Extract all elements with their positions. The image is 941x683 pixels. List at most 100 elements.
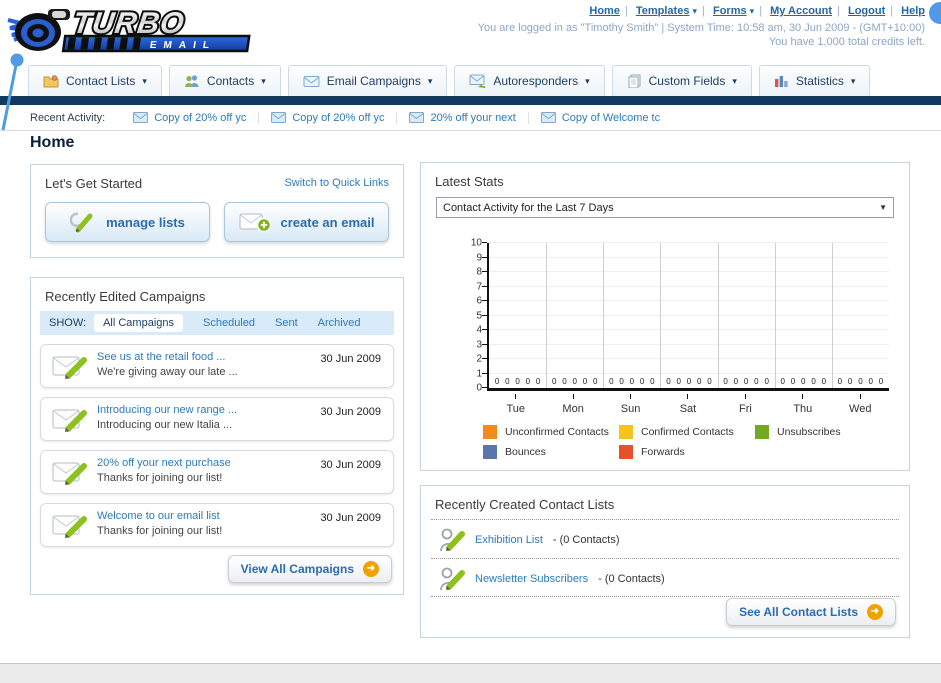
tab-email-campaigns[interactable]: Email Campaigns ▾ (287, 65, 448, 96)
axis-tick (482, 271, 487, 272)
day-label: Sun (620, 403, 641, 415)
value-label: 0 (780, 377, 785, 386)
gridline (489, 242, 889, 243)
value-label: 0 (723, 377, 728, 386)
gridline (717, 243, 719, 388)
manage-lists-button[interactable]: manage lists (45, 202, 210, 242)
filter-sent[interactable]: Sent (275, 317, 298, 329)
campaign-subtitle: Thanks for joining our list! (97, 525, 223, 537)
day-label: Sat (679, 403, 697, 415)
switch-quick-links[interactable]: Switch to Quick Links (284, 177, 389, 189)
gridline (774, 243, 776, 388)
contact-list-link[interactable]: Exhibition List (475, 534, 543, 546)
nav-link-help[interactable]: Help (901, 5, 925, 17)
value-label: 0 (868, 377, 873, 386)
axis-tick (482, 300, 487, 301)
x-axis-label: Wed (832, 394, 889, 417)
value-label: 0 (562, 377, 567, 386)
recent-activity-item[interactable]: Copy of 20% off yc (121, 111, 260, 124)
value-label: 0 (733, 377, 739, 386)
legend-label: Confirmed Contacts (641, 426, 734, 438)
app-window: TURBO EMAIL Home | Templates ▾ | Forms ▾ | … (0, 0, 941, 683)
pin-decoration-icon (1, 53, 24, 131)
envelope-icon (271, 112, 287, 123)
x-axis-label: Tue (487, 394, 544, 417)
value-label-group: 00000 (775, 377, 832, 386)
campaign-row: Introducing our new range ... Introducin… (40, 397, 394, 441)
filter-all-campaigns[interactable]: All Campaigns (94, 314, 183, 332)
y-axis-label: 8 (476, 266, 482, 278)
nav-link-my-account[interactable]: My Account (770, 5, 832, 17)
gridline (489, 358, 889, 359)
dotted-divider (431, 596, 899, 597)
recent-activity-item[interactable]: 20% off your next (397, 111, 529, 124)
campaign-row: See us at the retail food ... We're givi… (40, 344, 394, 388)
nav-link-home[interactable]: Home (589, 5, 620, 17)
recent-activity-item[interactable]: Copy of 20% off yc (259, 111, 398, 124)
contact-list-link[interactable]: Newsletter Subscribers (475, 573, 588, 585)
filter-archived[interactable]: Archived (318, 317, 361, 329)
view-all-campaigns-label: View All Campaigns (240, 562, 354, 576)
tab-contact-lists[interactable]: Contact Lists ▾ (28, 65, 162, 96)
contact-list-row: Newsletter Subscribers - (0 Contacts) (439, 562, 665, 596)
campaign-row: 20% off your next purchase Thanks for jo… (40, 450, 394, 494)
x-axis-label: Sun (602, 394, 659, 417)
tab-statistics[interactable]: Statistics ▾ (758, 65, 871, 96)
value-label-group: 00000 (603, 377, 660, 386)
campaign-subtitle: Introducing our new Italia ... (97, 419, 233, 431)
tab-custom-fields[interactable]: Custom Fields ▾ (611, 65, 752, 96)
value-label: 0 (878, 377, 884, 386)
x-axis-label: Thu (774, 394, 831, 417)
tab-label: Autoresponders (493, 74, 579, 88)
envelope-icon (133, 112, 149, 123)
nav-separator: | (890, 5, 894, 17)
value-label: 0 (525, 377, 531, 386)
value-label: 0 (505, 377, 510, 386)
pages-icon (628, 74, 641, 88)
campaign-row: Welcome to our email list Thanks for joi… (40, 503, 394, 547)
tab-label: Email Campaigns (326, 74, 421, 88)
contact-lists-panel: Recently Created Contact Lists Exhibitio… (420, 485, 910, 638)
value-label: 0 (847, 377, 853, 386)
create-email-button[interactable]: create an email (224, 202, 389, 242)
campaign-date: 30 Jun 2009 (320, 459, 381, 471)
view-all-campaigns-button[interactable]: View All Campaigns ➜ (227, 555, 392, 583)
value-label: 0 (676, 377, 681, 386)
see-all-contact-lists-button[interactable]: See All Contact Lists ➜ (726, 598, 896, 626)
manage-lists-label: manage lists (106, 214, 185, 230)
nav-link-templates[interactable]: Templates (636, 5, 690, 17)
recent-activity-item[interactable]: Copy of Welcome tc (529, 112, 672, 124)
value-label: 0 (686, 377, 692, 386)
envelope-plus-icon (239, 213, 271, 233)
main-nav: Contact Lists ▾ Contacts ▾ Email Campaig… (0, 64, 941, 96)
day-label: Thu (793, 403, 813, 415)
y-axis-label: 2 (476, 353, 482, 365)
nav-link-logout[interactable]: Logout (848, 5, 885, 17)
envelope-pencil-icon (52, 462, 87, 485)
arrow-right-icon: ➜ (867, 604, 883, 620)
value-label: 0 (639, 377, 645, 386)
corner-bubble-icon (929, 2, 941, 24)
axis-tick (572, 394, 574, 399)
tab-label: Contact Lists (66, 74, 136, 88)
tab-autoresponders[interactable]: Autoresponders ▾ (454, 65, 605, 96)
tab-contacts[interactable]: Contacts ▾ (168, 65, 281, 96)
stats-period-dropdown[interactable]: Contact Activity for the Last 7 Days ▼ (436, 197, 894, 218)
axis-tick (482, 372, 487, 374)
axis-tick (630, 394, 632, 399)
axis-tick (802, 394, 804, 399)
contact-list-count: - (0 Contacts) (552, 534, 620, 546)
chart-value-labels: 00000000000000000000000000000000000 (489, 377, 889, 386)
axis-tick (482, 256, 487, 258)
legend-swatch (619, 425, 633, 439)
contact-list-count: - (0 Contacts) (598, 573, 665, 585)
dotted-divider (431, 519, 899, 520)
gridline (489, 329, 889, 330)
nav-link-forms[interactable]: Forms (713, 5, 747, 17)
activity-link: Copy of 20% off yc (154, 111, 247, 124)
envelope-icon (303, 75, 320, 87)
day-label: Wed (849, 403, 872, 415)
y-axis-label: 0 (476, 382, 482, 394)
x-axis-label: Mon (544, 394, 601, 417)
filter-scheduled[interactable]: Scheduled (203, 317, 255, 329)
